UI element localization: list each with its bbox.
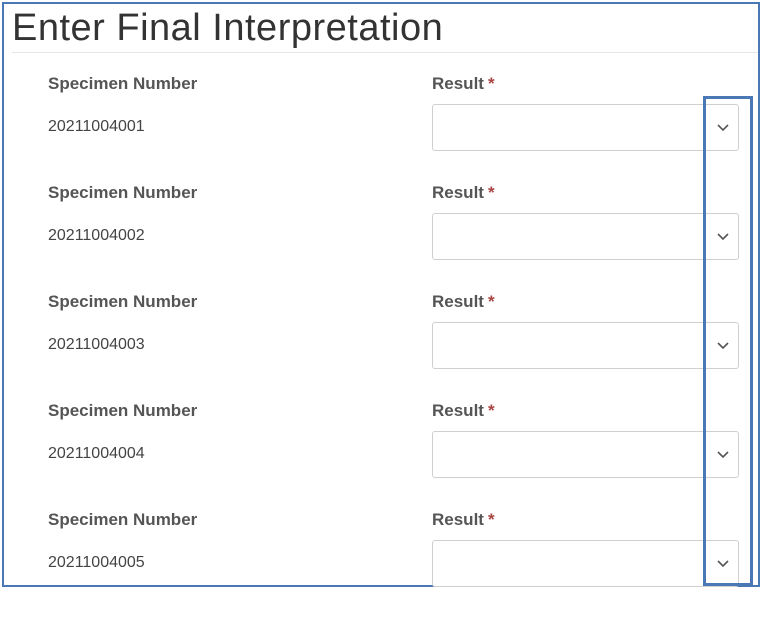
specimen-number-label: Specimen Number xyxy=(48,74,198,93)
specimen-number-value: 20211004003 xyxy=(48,336,145,353)
specimen-number-value: 20211004001 xyxy=(48,118,145,135)
result-label: Result * xyxy=(432,510,495,530)
specimen-number-value: 20211004004 xyxy=(48,445,145,462)
specimen-row-4: Specimen Number 20211004004 Result * xyxy=(0,401,765,510)
required-asterisk: * xyxy=(487,510,495,529)
result-label-text: Result xyxy=(432,510,484,529)
chevron-down-icon[interactable] xyxy=(714,554,732,572)
page-title: Enter Final Interpretation xyxy=(12,7,444,49)
chevron-down-icon[interactable] xyxy=(714,118,732,136)
result-label: Result * xyxy=(432,74,495,94)
specimen-number-label: Specimen Number xyxy=(48,292,198,311)
result-label-text: Result xyxy=(432,401,484,420)
result-label-text: Result xyxy=(432,74,484,93)
result-select-2[interactable] xyxy=(432,213,739,260)
chevron-down-icon[interactable] xyxy=(714,445,732,463)
result-label: Result * xyxy=(432,401,495,421)
required-asterisk: * xyxy=(487,183,495,202)
result-label-text: Result xyxy=(432,183,484,202)
specimen-number-label: Specimen Number xyxy=(48,183,198,202)
specimen-number-label: Specimen Number xyxy=(48,510,198,529)
required-asterisk: * xyxy=(487,74,495,93)
chevron-down-icon[interactable] xyxy=(714,227,732,245)
result-select-1[interactable] xyxy=(432,104,739,151)
result-label: Result * xyxy=(432,292,495,312)
specimen-number-value: 20211004005 xyxy=(48,554,145,571)
result-label-text: Result xyxy=(432,292,484,311)
required-asterisk: * xyxy=(487,401,495,420)
specimen-row-3: Specimen Number 20211004003 Result * xyxy=(0,292,765,401)
result-select-4[interactable] xyxy=(432,431,739,478)
specimen-number-label: Specimen Number xyxy=(48,401,198,420)
specimen-row-2: Specimen Number 20211004002 Result * xyxy=(0,183,765,292)
specimen-row-5: Specimen Number 20211004005 Result * xyxy=(0,510,765,619)
required-asterisk: * xyxy=(487,292,495,311)
result-select-3[interactable] xyxy=(432,322,739,369)
title-divider xyxy=(12,52,758,53)
result-select-5[interactable] xyxy=(432,540,739,587)
result-label: Result * xyxy=(432,183,495,203)
chevron-down-icon[interactable] xyxy=(714,336,732,354)
specimen-row-1: Specimen Number 20211004001 Result * xyxy=(0,74,765,183)
specimen-number-value: 20211004002 xyxy=(48,227,145,244)
